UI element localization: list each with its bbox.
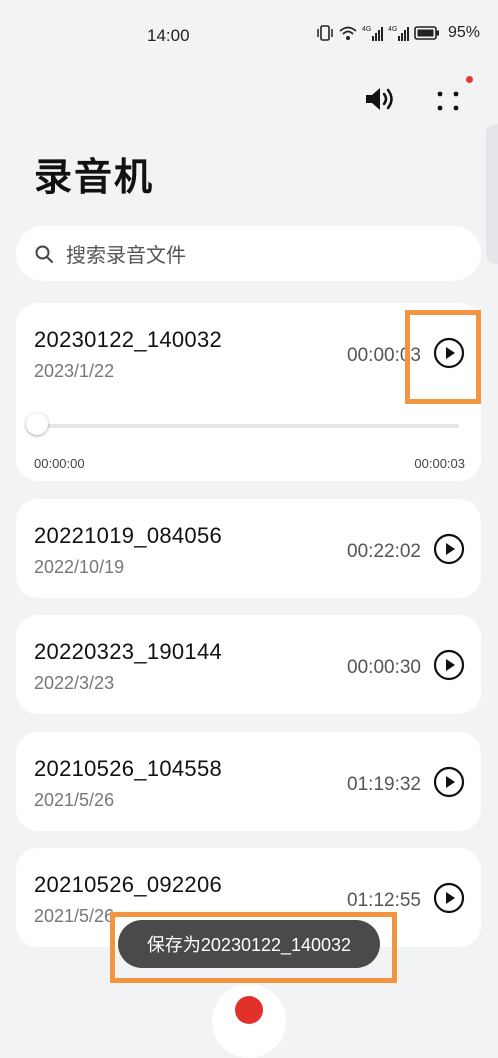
recording-duration: 00:00:30 bbox=[347, 657, 421, 678]
signal-icon-2: 4G bbox=[388, 26, 409, 41]
status-bar: 14:00 4G 4G 95% bbox=[0, 0, 498, 70]
recording-name: 20210526_092206 bbox=[34, 872, 223, 897]
recording-name: 20221019_084056 bbox=[34, 523, 223, 548]
play-icon[interactable] bbox=[433, 533, 465, 565]
recording-date: 2021/5/26 bbox=[34, 906, 115, 926]
search-placeholder: 搜索录音文件 bbox=[66, 245, 186, 267]
svg-text:4G: 4G bbox=[388, 26, 397, 33]
status-time: 14:00 bbox=[147, 26, 190, 45]
recording-name: 20210526_104558 bbox=[34, 756, 223, 781]
elapsed-time: 00:00:00 bbox=[34, 456, 85, 471]
progress-slider-knob[interactable] bbox=[26, 413, 48, 435]
wifi-icon bbox=[339, 26, 357, 40]
recording-card-3[interactable]: 20220323_190144 2022/3/23 00:00:30 bbox=[16, 615, 481, 714]
signal-icon: 4G bbox=[362, 26, 383, 41]
highlight-play-button bbox=[405, 310, 481, 404]
recording-card-2[interactable]: 20221019_084056 2022/10/19 00:22:02 bbox=[16, 499, 481, 598]
play-icon[interactable] bbox=[433, 649, 465, 681]
progress-track[interactable] bbox=[34, 424, 459, 428]
svg-text:4G: 4G bbox=[362, 26, 371, 33]
recording-date: 2023/1/22 bbox=[34, 361, 115, 381]
search-input[interactable]: 搜索录音文件 bbox=[16, 226, 481, 281]
recording-name: 20230122_140032 bbox=[34, 327, 223, 352]
page-title: 录音机 bbox=[34, 157, 155, 199]
highlight-toast bbox=[110, 912, 397, 983]
speaker-icon bbox=[366, 88, 393, 110]
recording-duration: 00:22:02 bbox=[347, 541, 421, 562]
recording-date: 2022/10/19 bbox=[34, 557, 125, 577]
notification-badge bbox=[466, 76, 473, 83]
side-panel-handle[interactable] bbox=[486, 124, 498, 264]
play-icon[interactable] bbox=[433, 766, 465, 798]
battery-icon bbox=[414, 26, 439, 40]
top-actions bbox=[0, 80, 498, 120]
record-button[interactable] bbox=[212, 984, 286, 1058]
recording-date: 2021/5/26 bbox=[34, 790, 115, 810]
more-dots-icon bbox=[437, 91, 459, 111]
total-time: 00:00:03 bbox=[414, 456, 465, 471]
status-icons: 4G 4G 95% bbox=[316, 24, 480, 42]
battery-percentage: 95% bbox=[448, 24, 481, 41]
speaker-button[interactable] bbox=[362, 82, 400, 116]
recording-date: 2022/3/23 bbox=[34, 673, 115, 693]
recording-card-4[interactable]: 20210526_104558 2021/5/26 01:19:32 bbox=[16, 732, 481, 831]
vibrate-icon bbox=[317, 25, 333, 41]
recording-duration: 01:19:32 bbox=[347, 774, 421, 795]
play-icon[interactable] bbox=[433, 882, 465, 914]
recording-duration: 01:12:55 bbox=[347, 890, 421, 911]
search-icon bbox=[35, 245, 53, 263]
recording-name: 20220323_190144 bbox=[34, 639, 223, 664]
more-button[interactable] bbox=[430, 82, 466, 118]
